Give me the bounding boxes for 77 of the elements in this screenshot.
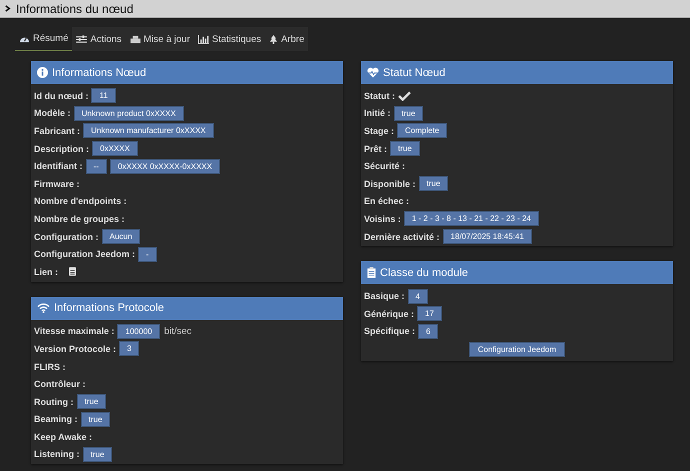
- field-label: Identifiant :: [34, 161, 82, 172]
- tab[interactable]: Actions: [72, 27, 126, 51]
- field-label: Sécurité :: [364, 161, 406, 172]
- value-badge: 6: [418, 324, 438, 339]
- field-label: Modèle :: [34, 108, 71, 118]
- value-badge: --: [86, 158, 107, 174]
- value-badge: true: [76, 394, 106, 410]
- field-label: Statut :: [364, 90, 395, 101]
- info-icon: [37, 67, 48, 78]
- value-badge: Unknown product 0xXXXX: [74, 106, 184, 121]
- field-label: Configuration :: [34, 232, 98, 242]
- field-label: En échec :: [364, 196, 410, 206]
- panel-title: Statut Nœud: [383, 66, 446, 78]
- value-badge: 4: [408, 288, 428, 304]
- value-badge: 0xXXXX: [92, 141, 138, 156]
- field-label: Spécifique :: [364, 326, 416, 336]
- bar-chart-icon: [198, 34, 209, 44]
- wifi-icon: [37, 303, 50, 314]
- unit-label: bit/sec: [164, 326, 192, 337]
- field-label: Dernière activité :: [364, 232, 440, 242]
- field-label: Configuration Jeedom :: [34, 249, 135, 260]
- sliders-icon: [76, 34, 88, 44]
- field-label: Id du nœud :: [34, 90, 88, 101]
- value-badge: true: [82, 446, 112, 462]
- field-label: Prêt :: [364, 144, 388, 154]
- field-label: Routing :: [34, 396, 74, 407]
- value-badge: true: [80, 412, 110, 427]
- panel-title: Informations Protocole: [54, 302, 164, 314]
- field-label: Contrôleur :: [34, 379, 86, 390]
- section-header[interactable]: Informations du nœud: [0, 0, 690, 18]
- panel-title: Classe du module: [380, 266, 468, 279]
- field-label: Lien :: [34, 266, 58, 277]
- value-badge: 17: [417, 306, 442, 322]
- tab[interactable]: Statistiques: [194, 27, 266, 51]
- tab[interactable]: Arbre: [265, 27, 308, 51]
- document-icon[interactable]: [69, 267, 76, 276]
- field-label: Disponible :: [364, 178, 416, 189]
- value-badge: Unknown manufacturer 0xXXXX: [83, 123, 214, 138]
- field-label: Vitesse maximale :: [34, 326, 114, 336]
- field-label: Initié :: [364, 108, 390, 118]
- panel-title: Informations Nœud: [52, 66, 146, 78]
- heart-pulse-icon: [367, 67, 379, 78]
- check-icon: [398, 90, 411, 101]
- value-badge: -: [138, 246, 157, 262]
- field-label: Version Protocole :: [34, 344, 116, 354]
- tree-icon: [269, 34, 278, 44]
- configuration-button[interactable]: Configuration Jeedom: [468, 342, 566, 358]
- value-badge: true: [394, 106, 424, 121]
- value-badge: 100000: [117, 324, 160, 339]
- field-label: Firmware :: [34, 178, 80, 189]
- tab[interactable]: Résumé: [15, 27, 72, 51]
- value-badge: 18/07/2025 18:45:41: [442, 229, 532, 244]
- section-title: Informations du nœud: [16, 2, 134, 16]
- value-badge: true: [390, 141, 420, 156]
- field-label: Voisins :: [364, 214, 401, 224]
- field-label: FLIRS :: [34, 362, 66, 372]
- field-label: Fabricant :: [34, 126, 80, 136]
- field-label: Listening :: [34, 449, 80, 460]
- field-label: Description :: [34, 144, 90, 154]
- field-label: Stage :: [364, 126, 394, 136]
- value-badge: 0xXXXX 0xXXXX-0xXXXX: [110, 158, 220, 174]
- field-label: Nombre de groupes :: [34, 214, 125, 224]
- value-badge: Aucun: [102, 229, 140, 244]
- field-label: Beaming :: [34, 414, 78, 424]
- value-badge: 11: [91, 88, 116, 104]
- field-label: Keep Awake :: [34, 432, 92, 442]
- gauge-icon: [19, 34, 30, 43]
- printer-icon: [130, 34, 141, 44]
- tab[interactable]: Mise à jour: [126, 27, 194, 51]
- value-badge: 3: [119, 341, 140, 356]
- value-badge: true: [418, 176, 448, 192]
- value-badge: 1 - 2 - 3 - 8 - 13 - 21 - 22 - 23 - 24: [404, 211, 540, 226]
- field-label: Nombre d'endpoints :: [34, 196, 127, 206]
- clipboard-icon: [367, 267, 376, 278]
- field-label: Générique :: [364, 308, 414, 319]
- value-badge: Complete: [397, 123, 448, 138]
- field-label: Basique :: [364, 291, 405, 302]
